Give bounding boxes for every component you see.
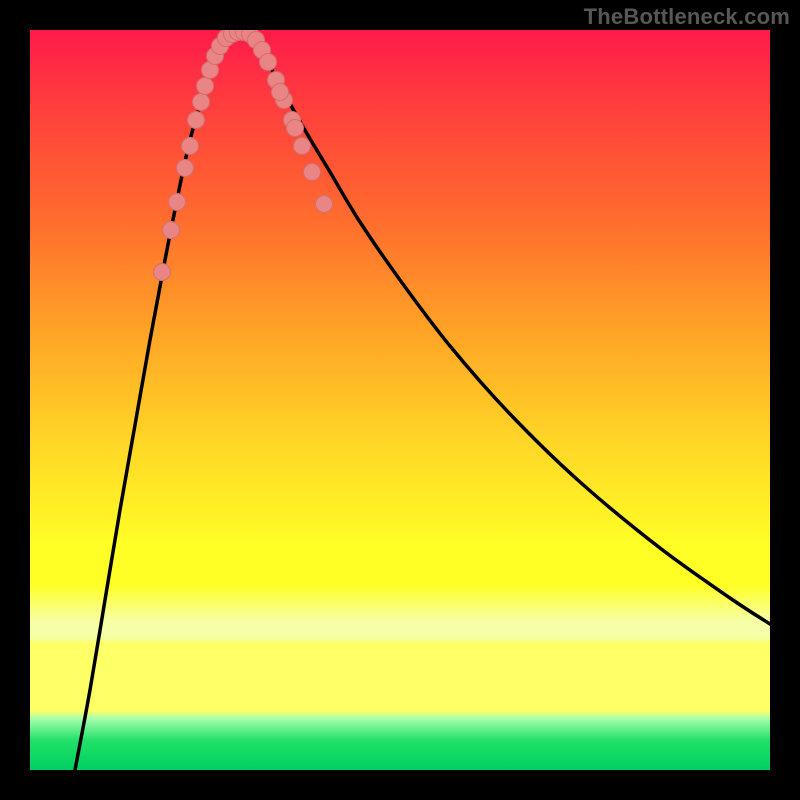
chart-canvas: TheBottleneck.com (0, 0, 800, 800)
marker-left-markers (193, 94, 210, 111)
chart-svg (30, 30, 770, 770)
plot-area (30, 30, 770, 770)
marker-left-markers (154, 264, 171, 281)
v-curve-right-curve (250, 32, 770, 624)
marker-left-markers (169, 194, 186, 211)
v-curve-left-curve (75, 32, 226, 770)
marker-right-markers (260, 54, 277, 71)
watermark-text: TheBottleneck.com (584, 4, 790, 30)
marker-layer (154, 30, 333, 281)
marker-left-markers (182, 138, 199, 155)
marker-left-markers (163, 222, 180, 239)
marker-right-markers (294, 138, 311, 155)
marker-right-markers (287, 120, 304, 137)
curve-layer (75, 32, 770, 770)
marker-right-markers (304, 164, 321, 181)
marker-right-markers (272, 84, 289, 101)
marker-left-markers (197, 78, 214, 95)
marker-left-markers (177, 160, 194, 177)
marker-left-markers (188, 112, 205, 129)
marker-right-markers (316, 196, 333, 213)
